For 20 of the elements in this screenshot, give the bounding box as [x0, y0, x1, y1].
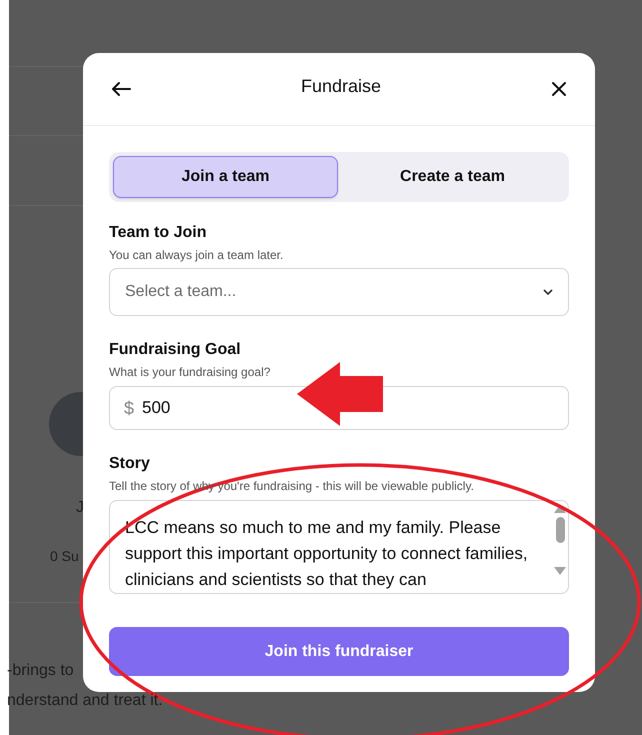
- chevron-down-icon: [543, 289, 553, 295]
- tab[interactable]: Create a team: [340, 156, 565, 198]
- background-text: J: [76, 498, 84, 518]
- goal-value: 500: [142, 397, 170, 420]
- scrollbar-thumb[interactable]: [556, 517, 564, 543]
- field-label: Fundraising Goal: [109, 340, 242, 360]
- currency-symbol: $: [124, 396, 134, 420]
- background-text: 0 Su: [50, 547, 79, 566]
- join-fundraiser-button[interactable]: Join this fundraiser: [109, 627, 569, 676]
- field-hint: You can always join a team later.: [109, 247, 284, 264]
- tab[interactable]: Join a team: [113, 156, 338, 198]
- field-label: Story: [109, 454, 151, 474]
- scroll-down-arrow-icon[interactable]: [554, 567, 566, 575]
- field-hint: What is your fundraising goal?: [109, 364, 272, 381]
- field-label: Team to Join: [109, 223, 208, 243]
- scroll-up-arrow-icon[interactable]: [554, 505, 566, 513]
- back-arrow-icon[interactable]: [111, 81, 131, 97]
- team-select[interactable]: Select a team...: [109, 268, 569, 316]
- close-icon[interactable]: [550, 81, 567, 97]
- dialog-title: Fundraise: [300, 74, 382, 98]
